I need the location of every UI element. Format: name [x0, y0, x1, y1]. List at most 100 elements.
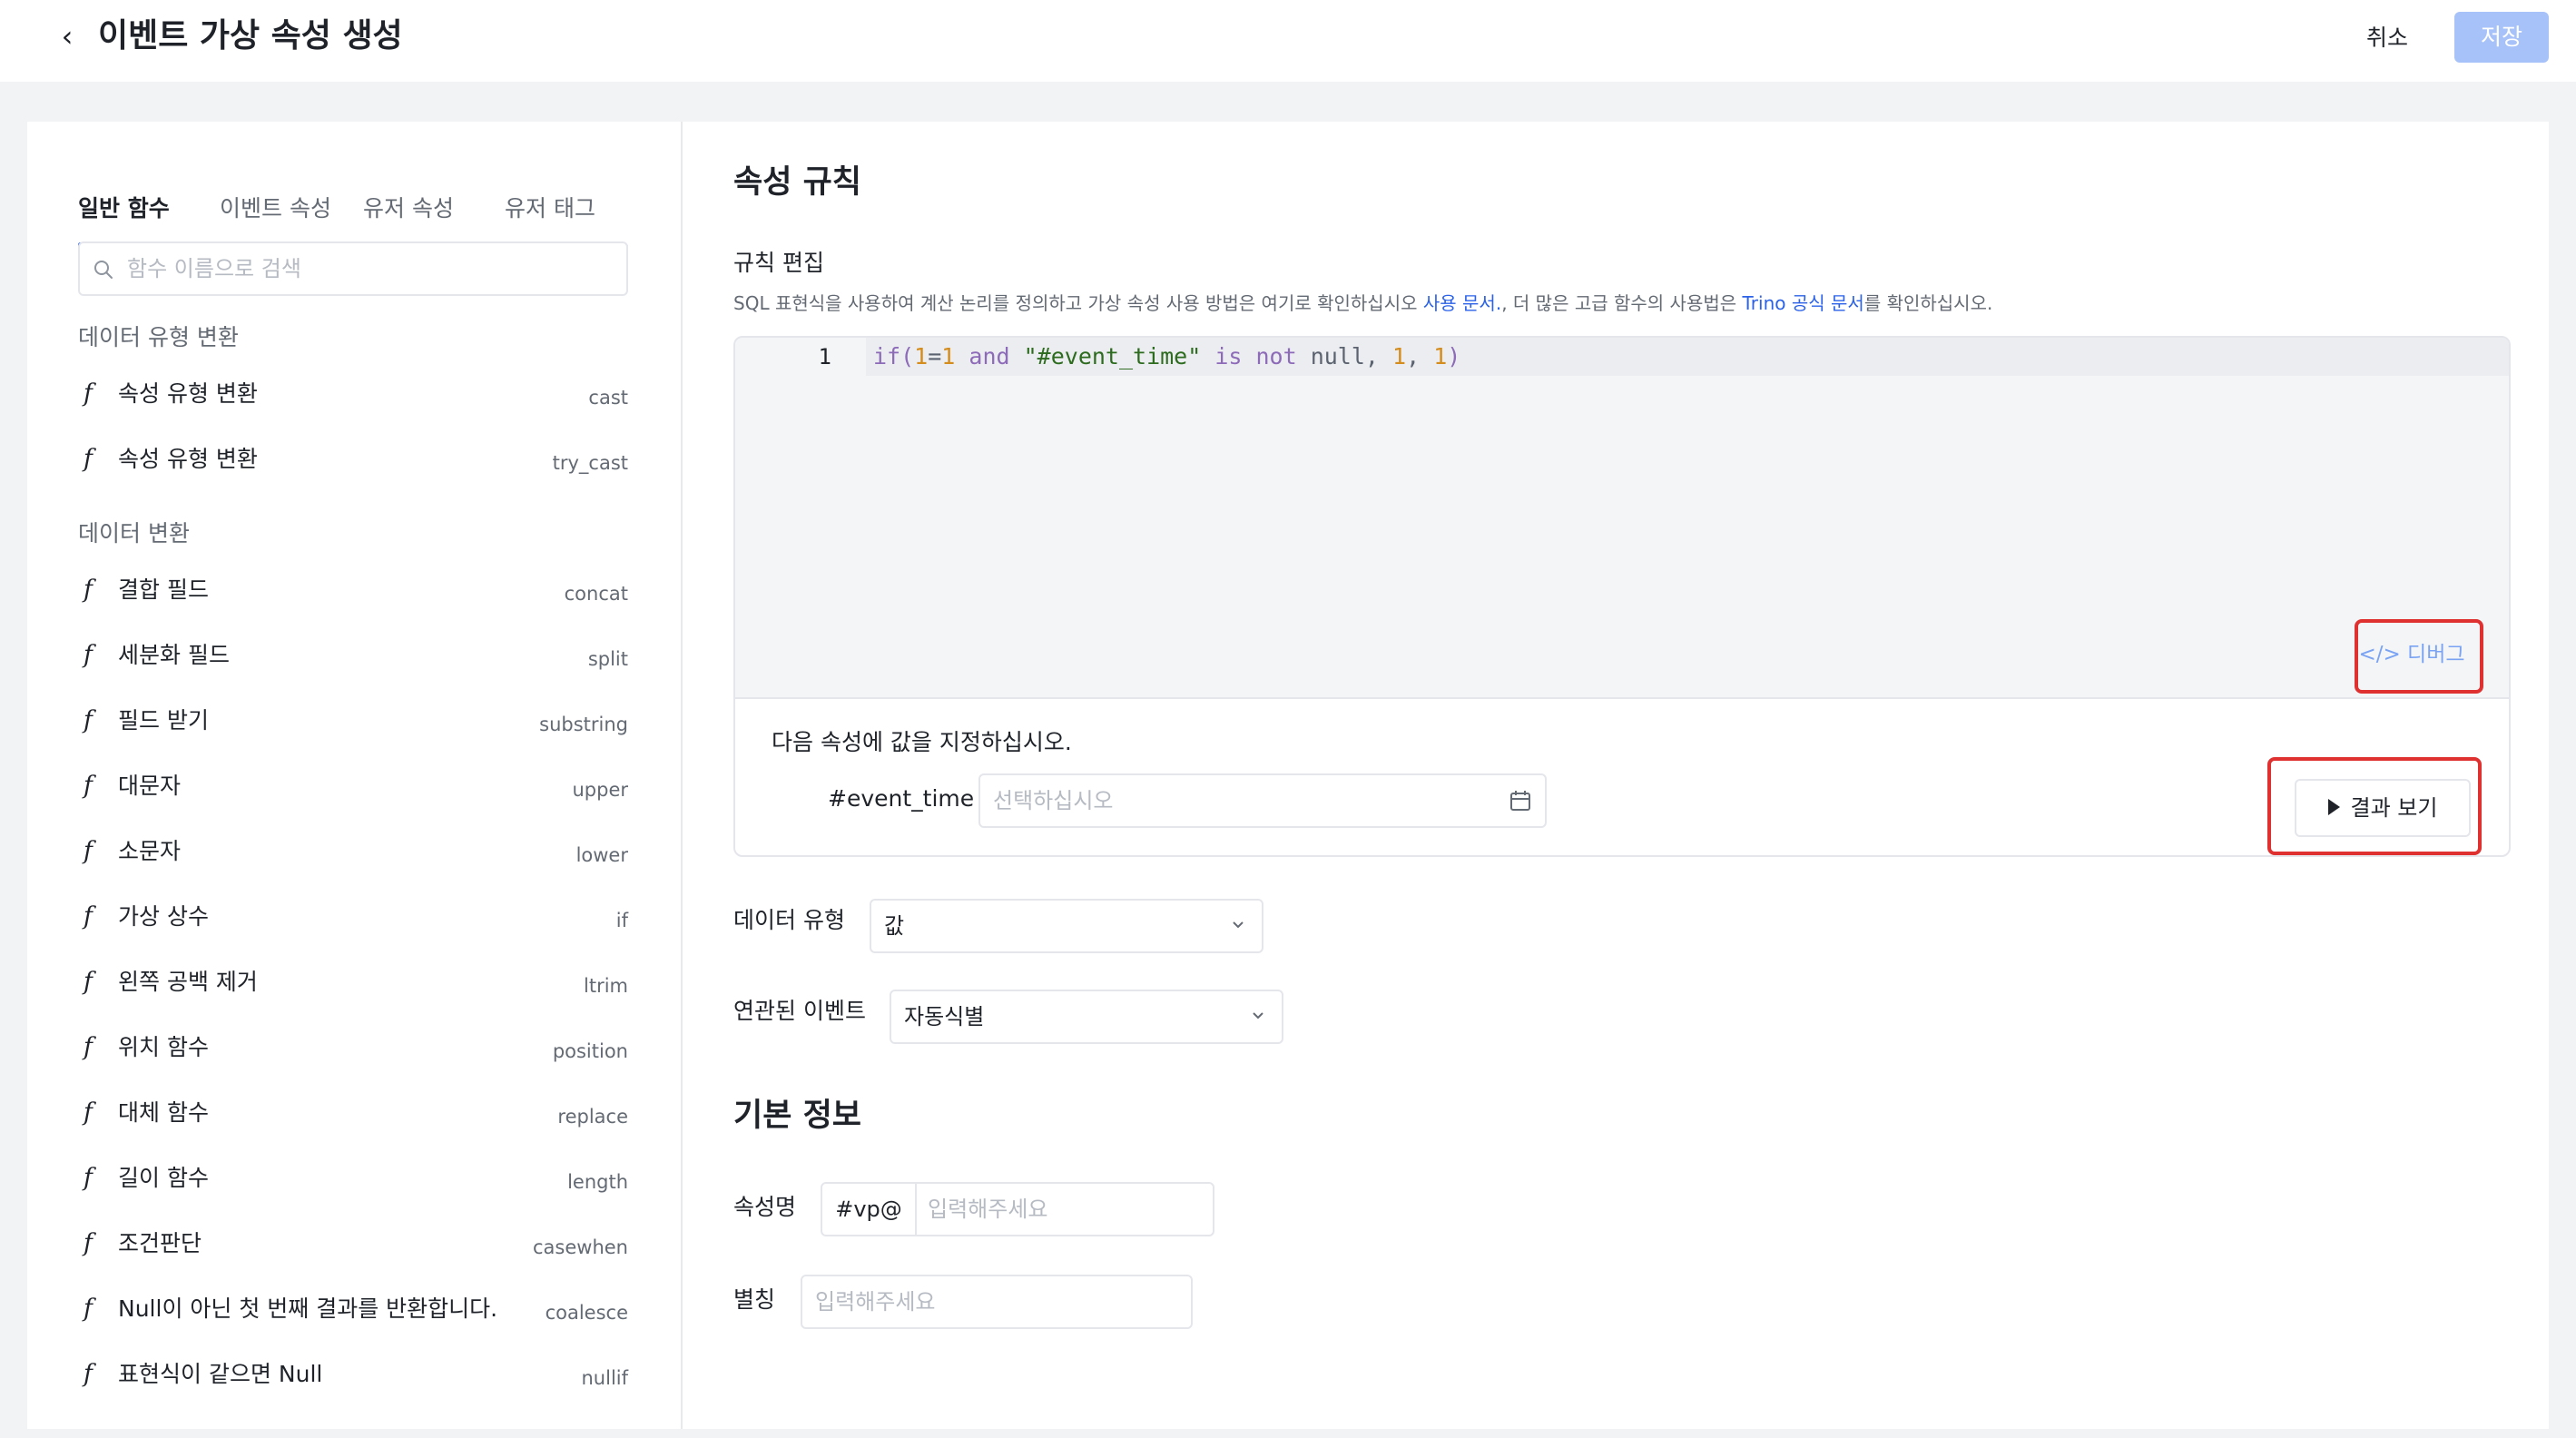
trino-docs-link[interactable]: Trino 공식 문서 — [1743, 292, 1864, 314]
function-name: 속성 유형 변환 — [118, 446, 258, 472]
function-name: 소문자 — [118, 838, 182, 864]
code-token: , — [1406, 343, 1434, 369]
code-token: "#event_time" — [1023, 343, 1202, 369]
function-item-coalesce[interactable]: f Null이 아닌 첫 번째 결과를 반환합니다. coalesce — [78, 1282, 628, 1336]
function-icon: f — [84, 379, 93, 408]
property-name-prefix: #vp@ — [822, 1184, 917, 1235]
function-code: cast — [588, 387, 628, 409]
function-code: concat — [564, 583, 628, 605]
related-event-label: 연관된 이벤트 — [733, 998, 866, 1024]
tab-user-tags[interactable]: 유저 태그 — [505, 154, 595, 245]
function-name: 세분화 필드 — [118, 642, 230, 668]
function-icon: f — [84, 902, 93, 931]
function-item-cast[interactable]: f 속성 유형 변환 cast — [78, 367, 628, 421]
chevron-down-icon — [1253, 1012, 1263, 1019]
property-name-label: 속성명 — [733, 1194, 797, 1220]
function-item-try-cast[interactable]: f 속성 유형 변환 try_cast — [78, 432, 628, 487]
function-icon: f — [84, 1229, 93, 1257]
related-event-select[interactable]: 자동식별 — [890, 990, 1283, 1044]
function-icon: f — [84, 1295, 93, 1323]
function-code: if — [615, 910, 628, 931]
parameter-name: #event_time — [828, 785, 975, 812]
function-item-substring[interactable]: f 필드 받기 substring — [78, 694, 628, 748]
function-icon: f — [84, 968, 93, 996]
function-icon: f — [84, 1360, 93, 1388]
code-token: ) — [1447, 343, 1461, 369]
function-item-length[interactable]: f 길이 함수 length — [78, 1151, 628, 1206]
code-token: null, — [1310, 343, 1393, 369]
save-button[interactable]: 저장 — [2454, 12, 2549, 63]
usage-docs-link[interactable]: 사용 문서. — [1423, 292, 1501, 314]
related-event-value: 자동식별 — [904, 1004, 985, 1029]
function-code: try_cast — [552, 452, 628, 474]
view-result-button[interactable]: 결과 보기 — [2295, 779, 2471, 837]
chevron-down-icon — [1233, 921, 1244, 929]
property-name-input[interactable] — [928, 1184, 1200, 1235]
function-name: 대체 함수 — [118, 1099, 209, 1126]
function-name: 결합 필드 — [118, 576, 209, 603]
description-text: , 더 많은 고급 함수의 사용법은 — [1501, 292, 1743, 314]
tab-label: 일반 함수 — [78, 195, 170, 222]
chevron-left-icon[interactable]: ‹ — [51, 16, 84, 56]
function-code: upper — [572, 779, 628, 801]
tab-general-functions[interactable]: 일반 함수 — [78, 154, 170, 247]
code-token: 1 — [914, 343, 929, 369]
function-code: lower — [575, 844, 628, 866]
function-icon: f — [84, 1098, 93, 1127]
function-item-concat[interactable]: f 결합 필드 concat — [78, 563, 628, 617]
page-title: 이벤트 가상 속성 생성 — [98, 17, 403, 54]
rule-edit-label: 규칙 편집 — [733, 250, 824, 276]
code-token: if( — [873, 343, 915, 369]
rule-description: SQL 표현식을 사용하여 계산 논리를 정의하고 가상 속성 사용 방법은 여… — [733, 289, 1992, 318]
category-label: 데이터 유형 변환 — [78, 324, 239, 350]
category-label: 데이터 변환 — [78, 520, 190, 547]
event-time-input[interactable] — [993, 775, 1501, 826]
function-item-split[interactable]: f 세분화 필드 split — [78, 628, 628, 683]
function-item-if[interactable]: f 가상 상수 if — [78, 890, 628, 944]
function-name: 위치 함수 — [118, 1034, 209, 1060]
function-name: 속성 유형 변환 — [118, 380, 258, 407]
alias-input[interactable] — [815, 1276, 1178, 1327]
search-input[interactable] — [127, 243, 617, 294]
event-time-picker[interactable] — [978, 773, 1547, 828]
function-icon: f — [84, 445, 93, 473]
search-icon — [94, 261, 113, 279]
function-item-nullif[interactable]: f 표현식이 같으면 Null nullif — [78, 1347, 628, 1402]
function-item-casewhen[interactable]: f 조건판단 casewhen — [78, 1216, 628, 1271]
data-type-value: 값 — [884, 913, 905, 939]
cancel-button[interactable]: 취소 — [2342, 15, 2433, 62]
function-name: Null이 아닌 첫 번째 결과를 반환합니다. — [118, 1295, 498, 1322]
line-gutter: 1 — [735, 338, 866, 697]
function-item-replace[interactable]: f 대체 함수 replace — [78, 1086, 628, 1140]
assign-value-label: 다음 속성에 값을 지정하십시오. — [772, 729, 1072, 755]
function-code: replace — [557, 1106, 628, 1128]
tab-event-properties[interactable]: 이벤트 속성 — [220, 154, 331, 245]
data-type-label: 데이터 유형 — [733, 907, 845, 933]
code-token: 1 — [1392, 343, 1407, 369]
debug-button[interactable]: </> 디버그 — [2347, 626, 2476, 683]
function-name: 필드 받기 — [118, 707, 209, 734]
function-icon: f — [84, 837, 93, 865]
line-number: 1 — [818, 344, 831, 369]
function-code: casewhen — [533, 1236, 628, 1258]
code-line: if(1=1 and "#event_time" is not null, 1,… — [873, 341, 1460, 372]
code-token: is not — [1201, 343, 1311, 369]
function-name: 조건판단 — [118, 1230, 202, 1256]
function-code: ltrim — [584, 975, 628, 997]
basic-info-title: 기본 정보 — [733, 1098, 861, 1134]
alias-label: 별칭 — [733, 1286, 776, 1313]
view-result-label: 결과 보기 — [2350, 795, 2438, 821]
function-item-lower[interactable]: f 소문자 lower — [78, 824, 628, 879]
code-token: 1 — [1433, 343, 1448, 369]
rule-section-title: 속성 규칙 — [733, 164, 861, 201]
function-item-upper[interactable]: f 대문자 upper — [78, 759, 628, 813]
function-item-ltrim[interactable]: f 왼쪽 공백 제거 ltrim — [78, 955, 628, 1010]
data-type-select[interactable]: 값 — [870, 899, 1263, 953]
function-search — [78, 241, 628, 296]
function-icon: f — [84, 1033, 93, 1061]
tab-user-properties[interactable]: 유저 속성 — [363, 154, 454, 245]
function-item-position[interactable]: f 위치 함수 position — [78, 1020, 628, 1075]
calendar-icon[interactable] — [1509, 789, 1532, 813]
function-tabs: 일반 함수 이벤트 속성 유저 속성 유저 태그 — [78, 154, 628, 247]
code-editor[interactable]: 1 if(1=1 and "#event_time" is not null, … — [735, 338, 2509, 697]
